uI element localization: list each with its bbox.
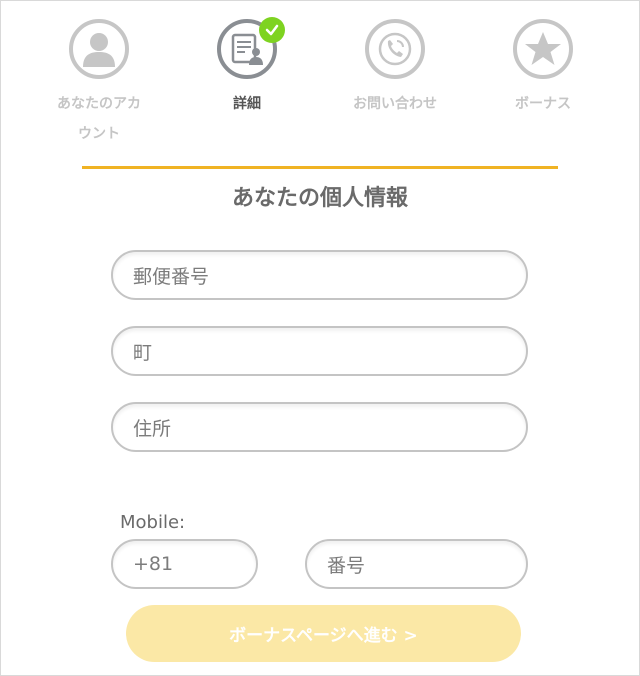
- phone-icon: [378, 32, 412, 66]
- section-title: あなたの個人情報: [231, 186, 408, 211]
- step-account[interactable]: あなたのアカ ウント: [44, 19, 154, 149]
- step-contact[interactable]: お問い合わせ: [340, 19, 450, 119]
- step-bonus-label: ボーナス: [515, 96, 571, 112]
- country-code-field[interactable]: +81: [111, 539, 258, 589]
- step-bonus[interactable]: ボーナス: [488, 19, 598, 119]
- star-icon: [525, 32, 561, 65]
- mobile-label: Mobile:: [120, 512, 186, 533]
- progress-divider: [82, 166, 558, 169]
- phone-number-placeholder: 番号: [327, 554, 366, 577]
- town-placeholder: 町: [133, 341, 153, 364]
- postal-code-field[interactable]: 郵便番号: [111, 250, 528, 300]
- step-account-label: あなたのアカ ウント: [57, 96, 141, 142]
- phone-number-field[interactable]: 番号: [305, 539, 528, 589]
- step-details[interactable]: 詳細: [192, 17, 302, 119]
- user-icon: [83, 33, 115, 67]
- town-field[interactable]: 町: [111, 326, 528, 376]
- step-contact-circle: [365, 19, 425, 79]
- step-account-circle: [69, 19, 129, 79]
- address-field[interactable]: 住所: [111, 402, 528, 452]
- country-code-value: +81: [133, 553, 174, 575]
- step-details-circle: [217, 17, 285, 79]
- address-placeholder: 住所: [133, 417, 172, 440]
- step-bonus-circle: [513, 19, 573, 79]
- step-contact-label: お問い合わせ: [353, 96, 437, 112]
- proceed-to-bonus-button[interactable]: ボーナスページへ進む >: [126, 605, 521, 662]
- postal-code-placeholder: 郵便番号: [133, 265, 210, 288]
- check-icon: [259, 17, 285, 43]
- step-details-label: 詳細: [233, 96, 261, 112]
